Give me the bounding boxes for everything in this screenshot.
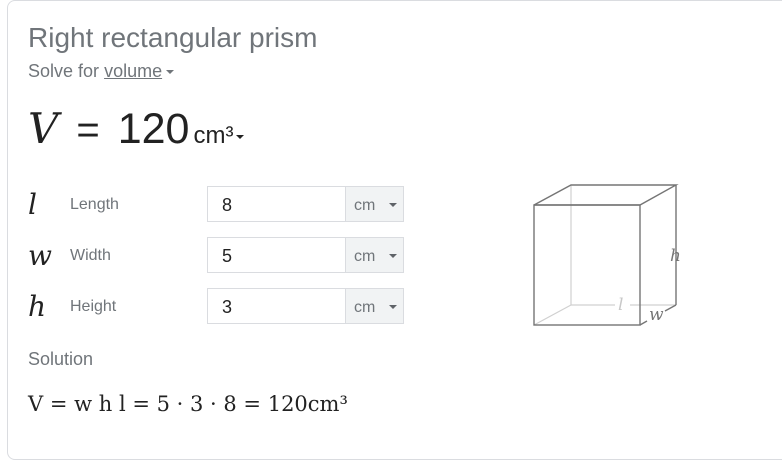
solve-for-value: volume bbox=[104, 61, 163, 81]
chevron-down-icon bbox=[236, 134, 245, 139]
length-unit-select[interactable]: cm bbox=[345, 186, 404, 222]
chevron-down-icon bbox=[389, 203, 397, 207]
solve-for-dropdown[interactable]: volume bbox=[104, 61, 175, 81]
chevron-down-icon bbox=[389, 254, 397, 258]
diagram-label-l: l bbox=[618, 295, 623, 315]
width-unit-select[interactable]: cm bbox=[345, 237, 404, 273]
result-unit-dropdown[interactable]: cm³ bbox=[193, 122, 245, 150]
chevron-down-icon bbox=[166, 70, 175, 75]
prism-bottom-right-edge-b bbox=[639, 320, 648, 326]
width-row: w Width 5 cm bbox=[28, 237, 408, 275]
height-unit-select[interactable]: cm bbox=[345, 288, 404, 324]
height-row: h Height 3 cm bbox=[28, 288, 408, 326]
prism-diagram: h l w bbox=[533, 184, 681, 326]
result-unit: cm³ bbox=[193, 122, 234, 149]
height-input[interactable]: 3 bbox=[207, 288, 345, 324]
result-value: 120 bbox=[117, 105, 190, 153]
prism-top-face bbox=[533, 184, 679, 206]
height-symbol: h bbox=[28, 290, 47, 323]
length-input[interactable]: 8 bbox=[207, 186, 345, 222]
calculator-title: Right rectangular prism bbox=[28, 22, 318, 53]
diagram-label-w: w bbox=[649, 305, 664, 325]
height-label: Height bbox=[70, 298, 117, 315]
width-symbol: w bbox=[28, 239, 52, 272]
width-unit: cm bbox=[354, 248, 376, 265]
width-input[interactable]: 5 bbox=[207, 237, 345, 273]
solve-for-row: Solve for volume bbox=[28, 61, 175, 82]
prism-bottom-right-edge-a bbox=[664, 304, 677, 312]
length-symbol: l bbox=[28, 188, 37, 221]
length-unit: cm bbox=[354, 197, 376, 214]
solution-heading: Solution bbox=[28, 349, 94, 369]
height-unit: cm bbox=[354, 299, 376, 316]
diagram-label-h: h bbox=[670, 246, 681, 266]
length-label: Length bbox=[70, 196, 119, 213]
solve-for-prefix: Solve for bbox=[28, 61, 100, 81]
width-label: Width bbox=[70, 247, 111, 264]
solution-formula: V = w h l = 5 · 3 · 8 = 120cm³ bbox=[28, 392, 348, 416]
result-display: V = 120 cm³ bbox=[28, 104, 245, 164]
result-equals: = bbox=[76, 108, 100, 152]
length-row: l Length 8 cm bbox=[28, 186, 408, 224]
prism-front-face bbox=[533, 204, 641, 326]
hidden-edge-depth bbox=[533, 304, 572, 326]
chevron-down-icon bbox=[389, 305, 397, 309]
result-variable: V bbox=[28, 104, 59, 153]
